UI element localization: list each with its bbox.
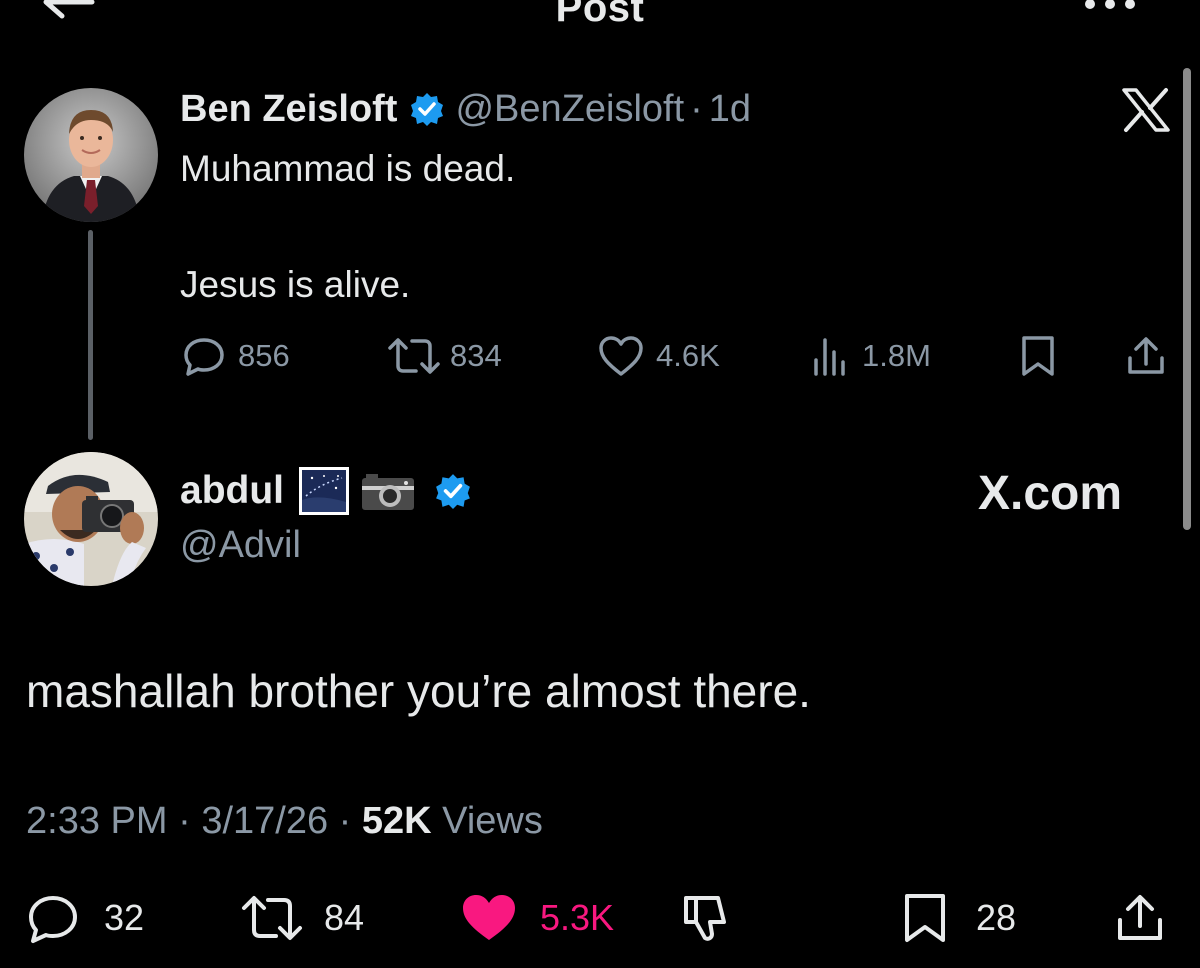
- bookmark-icon: [905, 894, 945, 942]
- reply-meta: 2:33 PM · 3/17/26 · 52K Views: [26, 800, 543, 843]
- reply-repost-button[interactable]: 84: [240, 892, 364, 944]
- parent-tweet-header: Ben Zeisloft @BenZeisloft · 1d: [180, 84, 751, 134]
- reply-reply-count: 32: [104, 897, 145, 938]
- reply-like-count: 5.3K: [540, 897, 615, 938]
- like-icon: [463, 895, 515, 940]
- scrollbar[interactable]: [1183, 68, 1191, 530]
- reply-views-count[interactable]: 52K: [362, 800, 432, 842]
- parent-tweet-line-1: Muhammad is dead.: [180, 148, 516, 189]
- separator-dot: ·: [690, 87, 703, 130]
- bookmark-icon: [1022, 336, 1054, 376]
- repost-icon: [388, 338, 440, 374]
- reply-icon: [29, 896, 77, 943]
- reply-time[interactable]: 2:33 PM: [26, 800, 168, 842]
- reply-bookmark-button[interactable]: 28: [902, 892, 1016, 944]
- parent-reply-button[interactable]: 856: [182, 334, 290, 378]
- reply-share-button[interactable]: [1114, 892, 1166, 944]
- reply-repost-count: 84: [324, 897, 365, 938]
- share-icon: [1118, 895, 1162, 940]
- parent-repost-count: 834: [450, 338, 502, 373]
- starry-night-emoji-icon: [299, 467, 349, 515]
- parent-views-count: 1.8M: [862, 338, 931, 373]
- reply-display-name[interactable]: abdul: [180, 469, 284, 513]
- share-icon: [1128, 337, 1164, 374]
- reply-dislike-button[interactable]: [680, 892, 736, 944]
- separator-dot: ·: [338, 800, 352, 842]
- reply-views-label: Views: [442, 800, 543, 842]
- dislike-icon: [684, 896, 726, 941]
- parent-bookmark-button[interactable]: [1018, 334, 1058, 378]
- parent-tweet-text: Muhammad is dead. Jesus is alive.: [180, 146, 1080, 308]
- source-label: X.com: [978, 467, 1123, 520]
- avatar-ben-zeisloft[interactable]: [24, 88, 158, 222]
- reply-tweet-header: abdul: [180, 464, 472, 518]
- reply-handle[interactable]: @Advil: [180, 524, 301, 567]
- verified-badge-icon[interactable]: [434, 472, 472, 510]
- parent-display-name[interactable]: Ben Zeisloft: [180, 88, 397, 131]
- parent-like-count: 4.6K: [656, 338, 720, 373]
- avatar-photo: [24, 452, 158, 586]
- parent-handle[interactable]: @BenZeisloft: [455, 88, 684, 131]
- reply-like-button[interactable]: 5.3K: [460, 892, 614, 944]
- parent-repost-button[interactable]: 834: [386, 334, 502, 378]
- parent-share-button[interactable]: [1124, 334, 1168, 378]
- like-icon: [599, 336, 643, 376]
- thread-connector-line: [88, 230, 93, 440]
- x-logo-icon: [1122, 88, 1170, 132]
- more-options-button[interactable]: [1080, 0, 1140, 24]
- page-title: Post: [555, 0, 645, 30]
- reply-bookmark-count: 28: [976, 897, 1017, 938]
- camera-emoji-icon: [362, 474, 414, 510]
- parent-timestamp[interactable]: 1d: [709, 88, 751, 131]
- more-dots-icon: [1085, 0, 1135, 9]
- parent-like-button[interactable]: 4.6K: [598, 334, 720, 378]
- reply-date[interactable]: 3/17/26: [201, 800, 328, 842]
- reply-reply-button[interactable]: 32: [26, 892, 144, 944]
- separator-dot: ·: [178, 800, 191, 842]
- avatar-photo: [24, 88, 158, 222]
- reply-icon: [184, 338, 224, 376]
- parent-reply-count: 856: [238, 338, 290, 373]
- views-icon: [814, 338, 845, 376]
- parent-views-button[interactable]: 1.8M: [810, 334, 931, 378]
- parent-tweet-line-2: Jesus is alive.: [180, 264, 411, 305]
- reply-tweet-text: mashallah brother you’re almost there.: [26, 665, 811, 717]
- repost-icon: [242, 896, 302, 940]
- post-page: Post Ben Zeisloft @BenZeisloft · 1d Muha…: [0, 0, 1200, 968]
- avatar-abdul[interactable]: [24, 452, 158, 586]
- verified-badge-icon[interactable]: [409, 91, 445, 127]
